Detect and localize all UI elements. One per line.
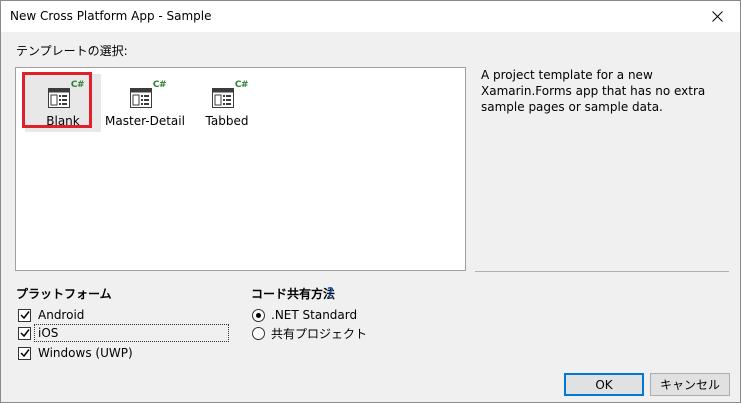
dialog-window: New Cross Platform App - Sample テンプレートの選… bbox=[0, 0, 741, 403]
template-item-blank[interactable]: C# Blank bbox=[25, 74, 101, 132]
form-template-icon: C# bbox=[210, 80, 249, 112]
radio-selected-dot bbox=[256, 312, 261, 318]
form-template-icon: C# bbox=[128, 80, 167, 112]
checkbox[interactable] bbox=[18, 346, 31, 360]
radio-net-standard[interactable]: .NET Standard bbox=[252, 306, 357, 324]
template-item-master-detail[interactable]: C# Master-Detail bbox=[105, 74, 185, 132]
csharp-badge: C# bbox=[234, 80, 249, 90]
template-label: Master-Detail bbox=[105, 114, 185, 128]
code-sharing-section-label: コード共有方法 bbox=[251, 287, 336, 301]
csharp-badge: C# bbox=[152, 80, 167, 90]
checkbox-label: Windows (UWP) bbox=[38, 346, 133, 360]
focus-indicator bbox=[34, 324, 229, 342]
template-list: C# Blank C# Master-Detail C# Tabbed bbox=[15, 67, 466, 271]
template-description: A project template for a new Xamarin.For… bbox=[481, 68, 706, 114]
checkbox-label: iOS bbox=[38, 326, 59, 340]
help-link[interactable]: ? bbox=[327, 285, 334, 299]
template-item-tabbed[interactable]: C# Tabbed bbox=[189, 74, 265, 132]
radio-button[interactable] bbox=[252, 326, 265, 340]
template-label: Tabbed bbox=[205, 114, 249, 128]
platform-section-label: プラットフォーム bbox=[16, 287, 112, 301]
title-bar: New Cross Platform App - Sample bbox=[1, 1, 740, 32]
radio-label: 共有プロジェクト bbox=[271, 326, 368, 341]
radio-button[interactable] bbox=[252, 308, 265, 322]
checkmark-icon bbox=[19, 349, 30, 358]
checkbox[interactable] bbox=[18, 326, 31, 340]
csharp-badge: C# bbox=[70, 80, 85, 90]
window-title: New Cross Platform App - Sample bbox=[10, 9, 212, 23]
ok-button[interactable]: OK bbox=[564, 373, 644, 396]
cancel-button[interactable]: キャンセル bbox=[650, 373, 730, 396]
close-icon bbox=[711, 11, 723, 22]
checkmark-icon bbox=[19, 329, 30, 338]
checkmark-icon bbox=[19, 311, 30, 320]
checkbox[interactable] bbox=[18, 308, 31, 322]
close-button[interactable] bbox=[694, 1, 740, 32]
radio-shared-project[interactable]: 共有プロジェクト bbox=[252, 324, 367, 342]
checkbox-windows-uwp[interactable]: Windows (UWP) bbox=[18, 344, 133, 362]
divider bbox=[475, 271, 729, 272]
radio-label: .NET Standard bbox=[271, 308, 358, 322]
checkbox-android[interactable]: Android bbox=[18, 306, 84, 324]
checkbox-label: Android bbox=[38, 308, 85, 322]
template-label: Blank bbox=[46, 114, 80, 128]
template-section-label: テンプレートの選択: bbox=[16, 44, 128, 58]
form-template-icon: C# bbox=[46, 80, 85, 112]
checkbox-ios[interactable]: iOS bbox=[18, 324, 58, 342]
